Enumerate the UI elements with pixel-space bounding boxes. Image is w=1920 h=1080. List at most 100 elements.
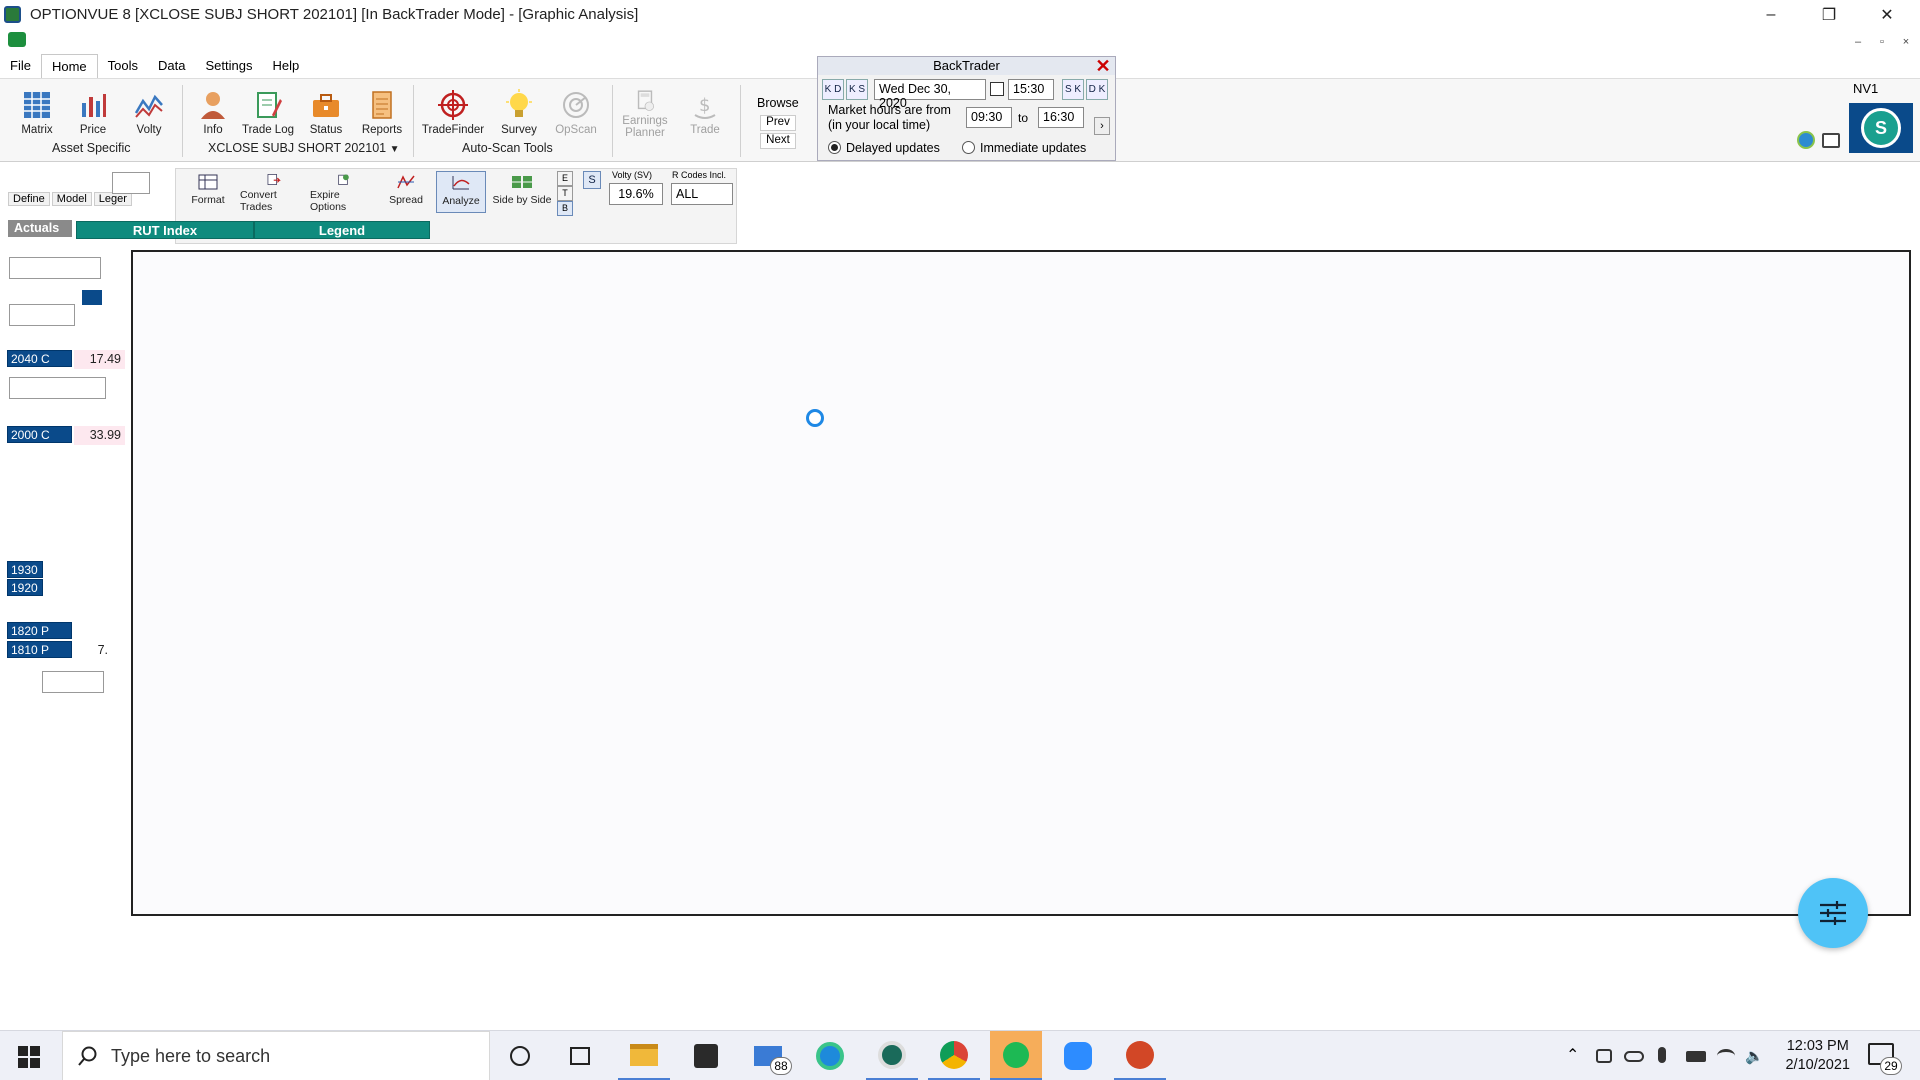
print-icon[interactable] (1822, 133, 1840, 148)
edge-browser-icon[interactable] (804, 1031, 856, 1080)
user-avatar[interactable]: S (1849, 103, 1913, 153)
position-label-1920[interactable]: 1920 (7, 579, 43, 596)
rut-index-tab[interactable]: RUT Index (76, 221, 254, 239)
opscan-button[interactable]: OpScan (549, 83, 603, 139)
reports-button[interactable]: Reports (355, 83, 409, 139)
etb-t[interactable]: T (557, 186, 573, 201)
menu-data[interactable]: Data (148, 54, 195, 78)
position-label-1930[interactable]: 1930 (7, 561, 43, 578)
survey-button[interactable]: Survey (492, 83, 546, 139)
tab-define[interactable]: Define (8, 192, 50, 206)
microphone-icon[interactable] (1658, 1047, 1666, 1063)
volty-sv-field[interactable]: 19.6% (609, 183, 663, 205)
analyze-button[interactable]: Analyze (436, 171, 486, 213)
tradefinder-button[interactable]: TradeFinder (420, 83, 486, 139)
tab-leger[interactable]: Leger (93, 192, 132, 206)
menu-settings[interactable]: Settings (195, 54, 262, 78)
mail-icon[interactable]: 88 (742, 1031, 794, 1080)
format-button[interactable]: Format (188, 171, 228, 213)
trade-log-button[interactable]: Trade Log (241, 83, 295, 139)
menu-file[interactable]: File (0, 54, 41, 78)
status-button[interactable]: Status (299, 83, 353, 139)
menu-home[interactable]: Home (40, 54, 98, 78)
back-day-button[interactable]: K D (822, 79, 844, 100)
position-label-2040c[interactable]: 2040 C (7, 350, 72, 367)
opscan-label: OpScan (555, 124, 597, 136)
graphic-analysis-canvas[interactable] (131, 250, 1911, 916)
etb-b[interactable]: B (557, 201, 573, 216)
convert-trades-button[interactable]: Convert Trades (240, 171, 306, 213)
browse-next-button[interactable]: Next (760, 133, 796, 149)
backtrader-time-field[interactable]: 15:30 (1008, 79, 1054, 100)
zoom-icon[interactable] (1052, 1031, 1104, 1080)
chevron-right-icon[interactable]: › (1094, 117, 1110, 135)
mdi-restore-button[interactable]: ▫ (1871, 34, 1893, 50)
etb-e[interactable]: E (557, 171, 573, 186)
portfolio-dropdown[interactable]: XCLOSE SUBJ SHORT 202101 ▼ (208, 141, 400, 155)
microsoft-store-icon[interactable] (680, 1031, 732, 1080)
position-input-box[interactable] (42, 671, 104, 693)
child-window-icon (8, 32, 26, 47)
legend-tab[interactable]: Legend (254, 221, 430, 239)
browse-prev-button[interactable]: Prev (760, 115, 796, 131)
restore-button[interactable]: ❐ (1800, 0, 1858, 30)
minimize-button[interactable]: – (1742, 0, 1800, 30)
spotify-icon[interactable] (990, 1031, 1042, 1080)
tray-camera-icon[interactable] (1596, 1049, 1612, 1063)
position-input-box[interactable] (9, 304, 75, 326)
to-label: to (1018, 111, 1029, 125)
price-button[interactable]: Price (66, 83, 120, 139)
forward-day-button[interactable]: D K (1086, 79, 1108, 100)
taskbar-search-box[interactable]: Type here to search (62, 1031, 490, 1080)
back-step-button[interactable]: K S (846, 79, 868, 100)
rcodes-field[interactable]: ALL (671, 183, 733, 205)
forward-step-button[interactable]: S K (1062, 79, 1084, 100)
etb-selector[interactable]: E T B (557, 171, 573, 216)
s-toggle-button[interactable]: S (583, 171, 601, 189)
onedrive-cloud-icon[interactable] (1624, 1051, 1644, 1062)
file-explorer-icon[interactable] (618, 1031, 670, 1080)
trade-button[interactable]: $ Trade (678, 83, 732, 139)
mdi-close-button[interactable]: × (1895, 34, 1917, 50)
side-by-side-button[interactable]: Side by Side (492, 171, 552, 213)
position-label-1820p[interactable]: 1820 P (7, 622, 72, 639)
volty-button[interactable]: Volty (122, 83, 176, 139)
wifi-icon[interactable] (1717, 1049, 1735, 1063)
settings-sliders-button[interactable] (1798, 878, 1868, 948)
menu-tools[interactable]: Tools (98, 54, 148, 78)
mdi-minimize-button[interactable]: – (1847, 34, 1869, 50)
optionvue-taskbar-icon[interactable] (866, 1031, 918, 1080)
windows-start-icon[interactable] (18, 1046, 40, 1068)
tab-model[interactable]: Model (51, 192, 92, 206)
position-input-box[interactable] (9, 257, 101, 279)
actuals-tab[interactable]: Actuals (8, 220, 72, 237)
app-logo-icon (4, 6, 21, 23)
volume-icon[interactable]: 🔈 (1745, 1047, 1764, 1065)
earnings-planner-button[interactable]: Earnings Planner (617, 83, 673, 139)
immediate-updates-radio[interactable] (962, 141, 975, 154)
menu-help[interactable]: Help (262, 54, 309, 78)
position-label-2000c[interactable]: 2000 C (7, 426, 72, 443)
info-button[interactable]: Info (186, 83, 240, 139)
position-label-1810p[interactable]: 1810 P (7, 641, 72, 658)
battery-icon[interactable] (1686, 1051, 1706, 1062)
position-input-box[interactable] (9, 377, 106, 399)
expire-options-button[interactable]: Expire Options (310, 171, 376, 213)
close-button[interactable]: ✕ (1858, 0, 1916, 30)
chrome-icon[interactable] (928, 1031, 980, 1080)
market-open-field[interactable]: 09:30 (966, 107, 1012, 128)
task-view-icon[interactable] (554, 1031, 606, 1080)
matrix-button[interactable]: Matrix (10, 83, 64, 139)
refresh-icon[interactable] (1797, 131, 1815, 149)
cortana-icon[interactable] (494, 1031, 546, 1080)
market-close-field[interactable]: 16:30 (1038, 107, 1084, 128)
tray-chevron-up-icon[interactable]: ⌃ (1566, 1045, 1579, 1065)
backtrader-close-icon[interactable]: ✕ (1094, 57, 1112, 75)
delayed-updates-radio[interactable] (828, 141, 841, 154)
spread-button[interactable]: Spread (384, 171, 428, 213)
taskbar-clock[interactable]: 12:03 PM 2/10/2021 (1785, 1037, 1850, 1075)
backtrader-date-field[interactable]: Wed Dec 30, 2020 (874, 79, 986, 110)
powerpoint-icon[interactable] (1114, 1031, 1166, 1080)
calendar-icon[interactable] (990, 82, 1004, 96)
leger-box[interactable] (112, 172, 150, 194)
